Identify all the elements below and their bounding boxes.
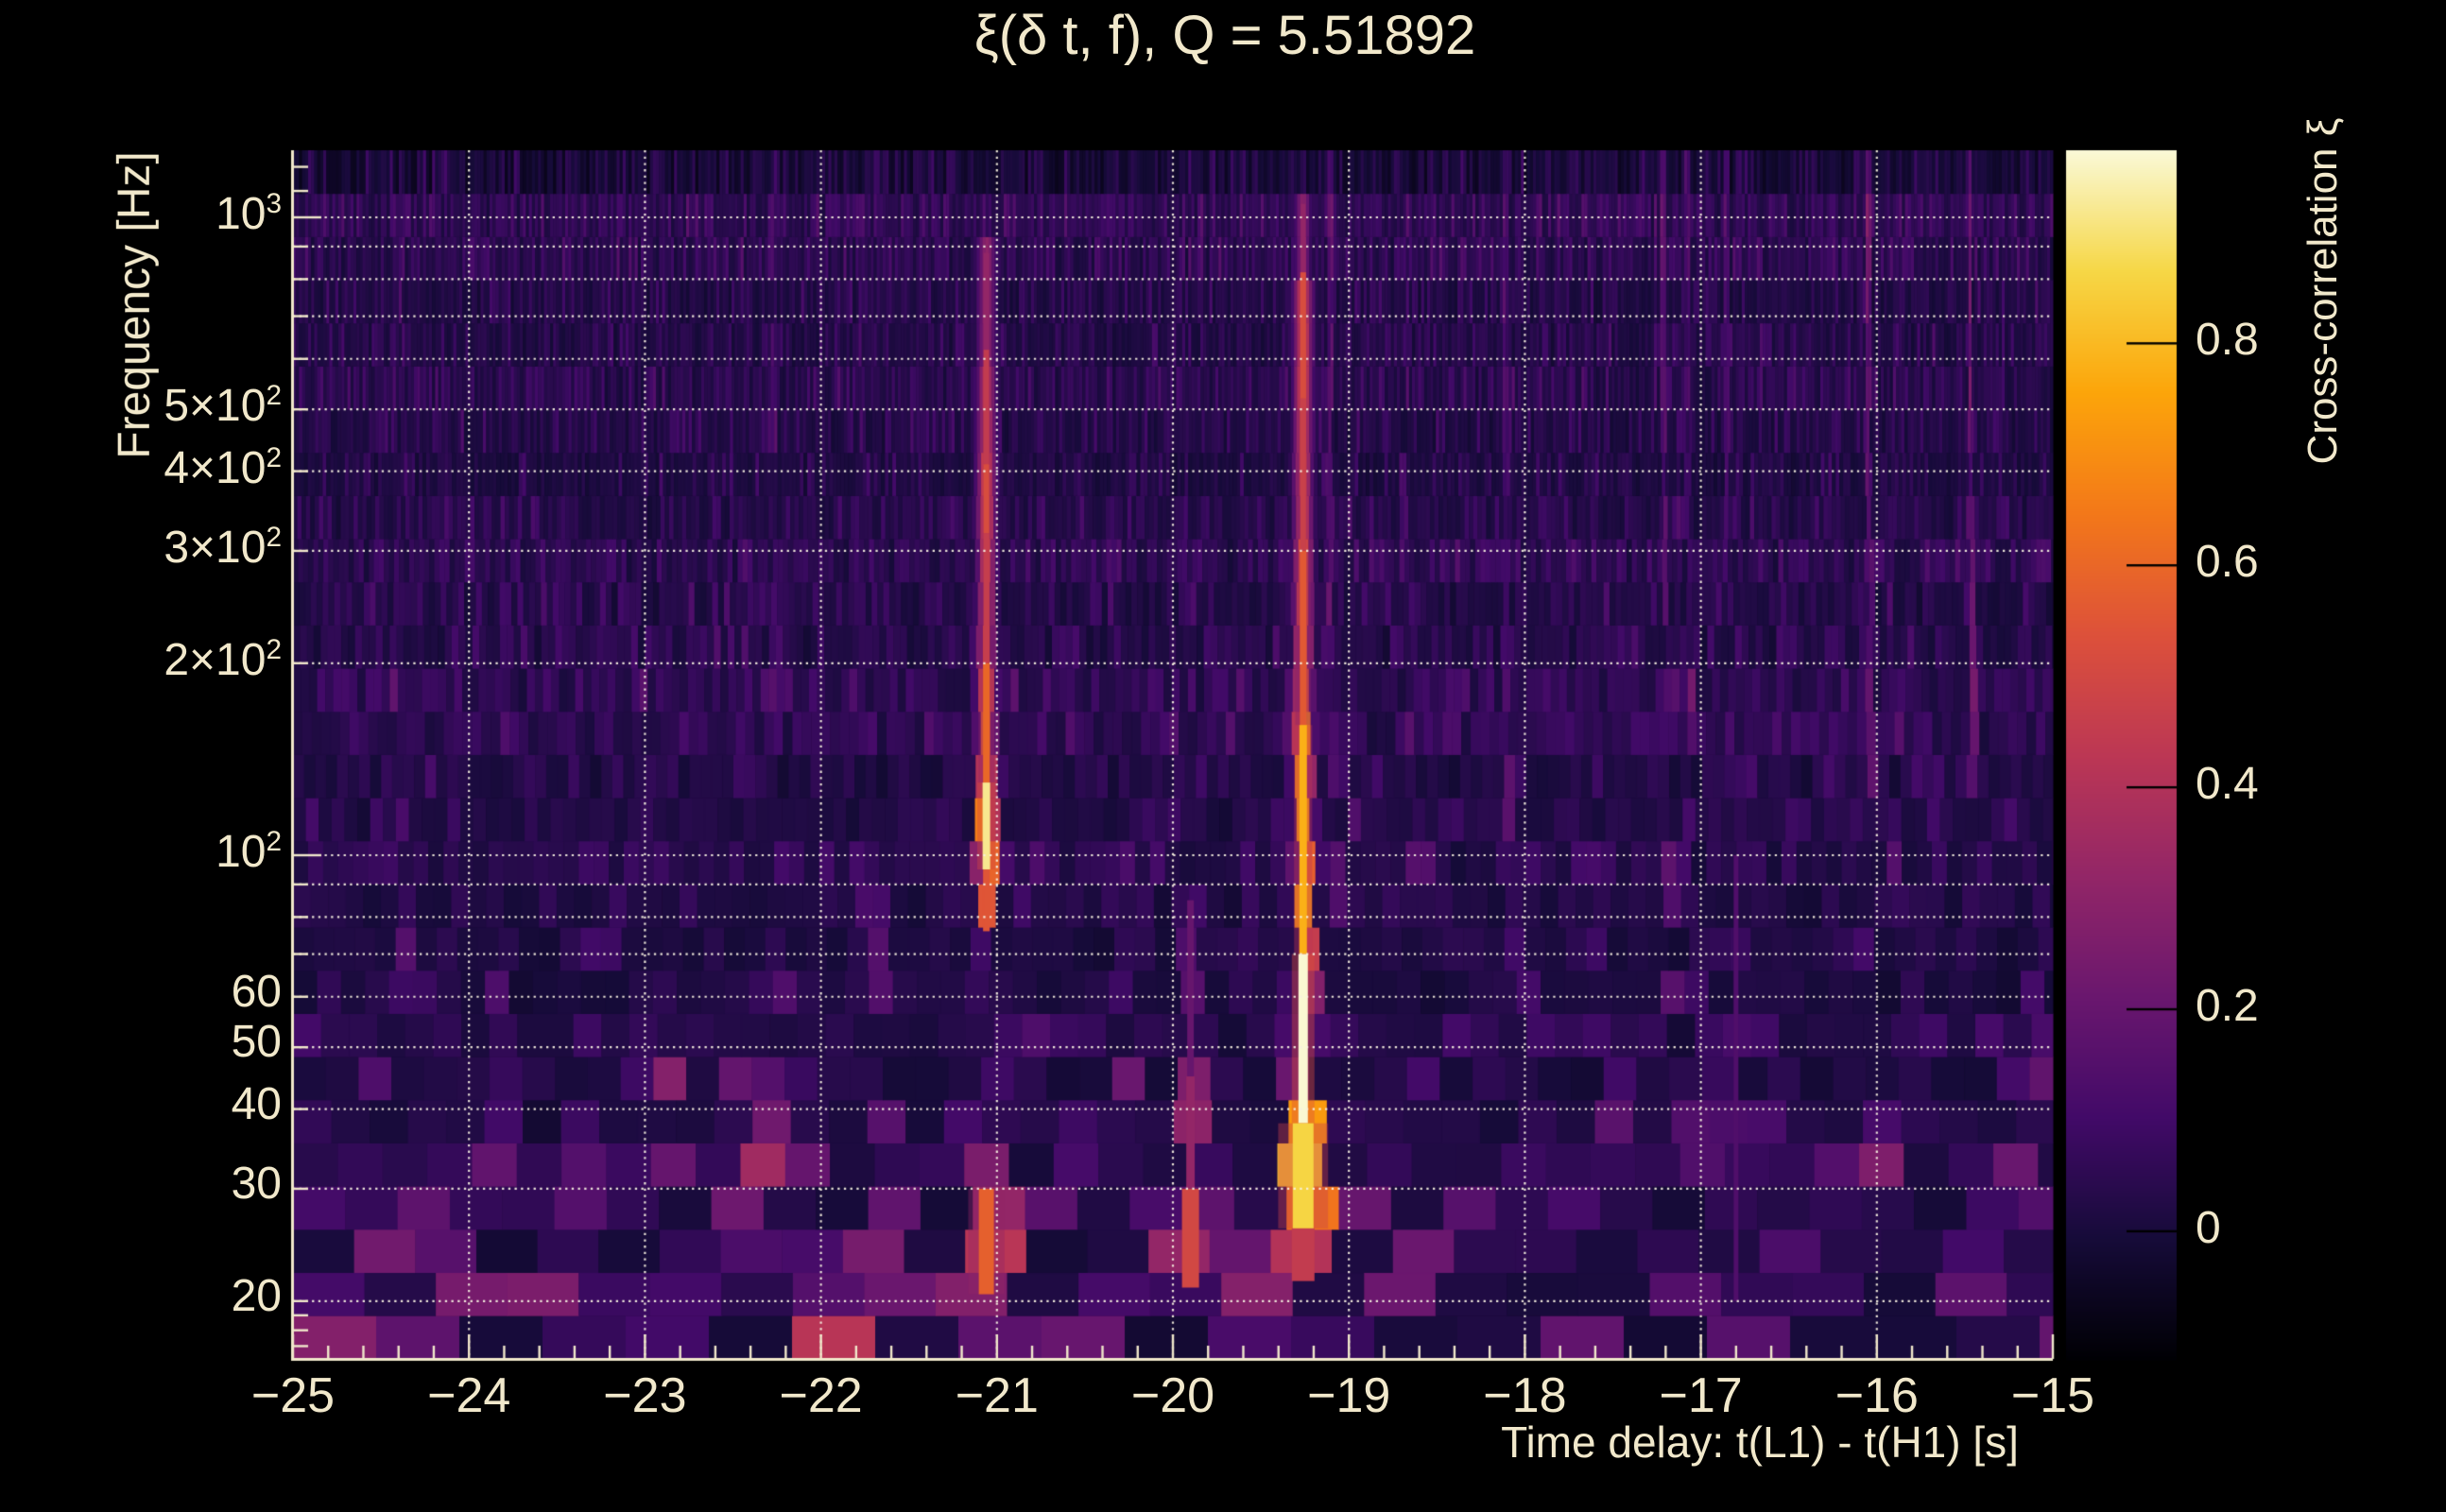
y-tick-label: 2×102: [164, 633, 282, 685]
y-tick-label: 4×102: [164, 441, 282, 493]
cross-correlation-figure: ξ(δ t, f), Q = 5.51892 Frequency [Hz] Ti…: [0, 0, 2446, 1512]
y-tick-label: 50: [231, 1017, 282, 1068]
y-tick-label: 40: [231, 1078, 282, 1129]
y-tick-label: 30: [231, 1158, 282, 1209]
colorbar-tick-label: 0.6: [2196, 537, 2259, 588]
y-tick-label: 5×102: [164, 380, 282, 432]
colorbar-tick-label: 0.4: [2196, 759, 2259, 810]
y-tick-label: 60: [231, 966, 282, 1017]
colorbar-tick-label: 0.8: [2196, 315, 2259, 366]
y-tick-label: 20: [231, 1270, 282, 1321]
x-tick-label: −15: [2010, 1368, 2095, 1423]
colorbar-tick-label: 0: [2196, 1202, 2221, 1253]
heatmap-canvas: [0, 0, 2446, 1512]
y-tick-label: 103: [215, 188, 282, 239]
colorbar-label: Cross-correlation ξ: [2299, 117, 2346, 465]
y-tick-label: 102: [215, 826, 282, 877]
y-tick-label: 3×102: [164, 521, 282, 573]
x-axis-label: Time delay: t(L1) - t(H1) [s]: [1501, 1418, 2019, 1467]
colorbar-tick-label: 0.2: [2196, 981, 2259, 1032]
page-title: ξ(δ t, f), Q = 5.51892: [973, 5, 1476, 66]
